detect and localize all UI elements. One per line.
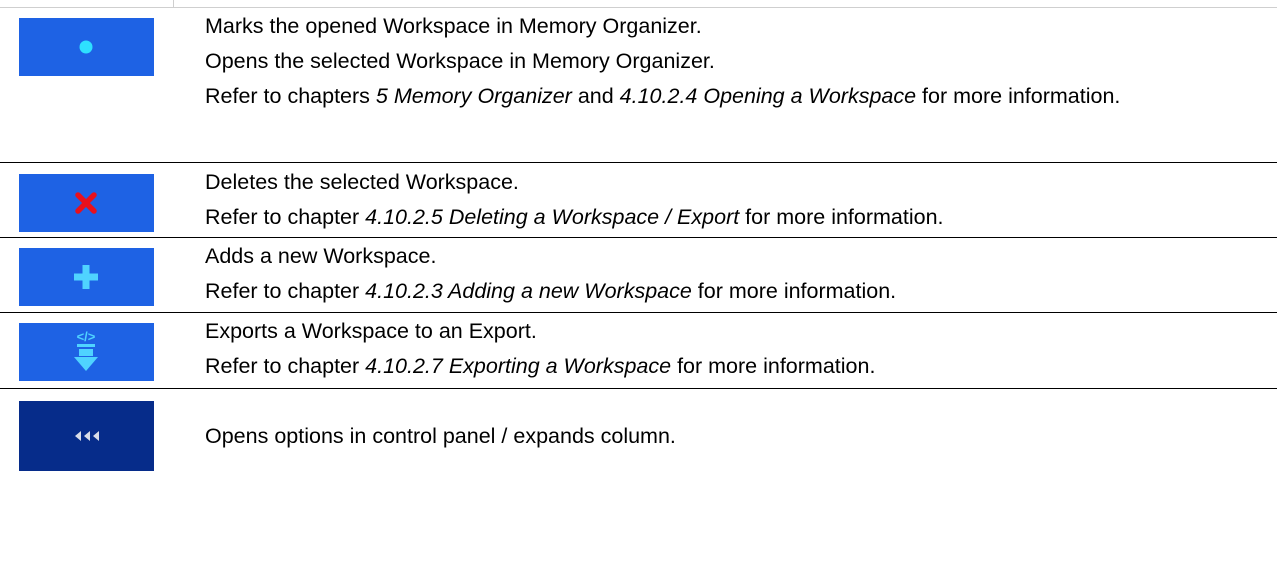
table-row-export-workspace: </> Exports a Workspace to an Export. Re…	[0, 313, 1277, 388]
description-line: Marks the opened Workspace in Memory Org…	[205, 14, 702, 38]
table-row-open-workspace: Marks the opened Workspace in Memory Org…	[0, 8, 1277, 162]
add-plus-icon	[74, 265, 98, 289]
table-row-expand-options: Opens options in control panel / expands…	[0, 389, 1277, 578]
description-line: Adds a new Workspace.	[205, 244, 437, 268]
open-workspace-button[interactable]	[19, 18, 154, 76]
chapter-reference: 4.10.2.3 Adding a new Workspace	[365, 279, 692, 303]
chapter-reference: 4.10.2.5 Deleting a Workspace / Export	[365, 205, 740, 229]
export-workspace-button[interactable]: </>	[19, 323, 154, 381]
delete-cross-icon	[75, 192, 97, 214]
dot-icon	[79, 40, 93, 54]
reference-text: Refer to chapters 5 Memory Organizer and…	[205, 84, 1121, 108]
row-description: Opens options in control panel / expands…	[205, 421, 1265, 452]
row-description: Deletes the selected Workspace. Refer to…	[205, 167, 1265, 233]
table-row-delete-workspace: Deletes the selected Workspace. Refer to…	[0, 163, 1277, 236]
reference-text: Refer to chapter 4.10.2.7 Exporting a Wo…	[205, 354, 876, 378]
chapter-reference: 4.10.2.7 Exporting a Workspace	[365, 354, 672, 378]
description-line: Exports a Workspace to an Export.	[205, 319, 537, 343]
description-line: Deletes the selected Workspace.	[205, 170, 519, 194]
reference-text: Refer to chapter 4.10.2.5 Deleting a Wor…	[205, 205, 944, 229]
chapter-reference: 4.10.2.4 Opening a Workspace	[619, 84, 917, 108]
add-workspace-button[interactable]	[19, 248, 154, 306]
row-description: Exports a Workspace to an Export. Refer …	[205, 316, 1265, 382]
export-arrow-icon: </>	[74, 329, 98, 371]
delete-workspace-button[interactable]	[19, 174, 154, 232]
row-description: Adds a new Workspace. Refer to chapter 4…	[205, 241, 1265, 307]
description-line: Opens the selected Workspace in Memory O…	[205, 49, 715, 73]
column-divider-tick	[173, 0, 174, 8]
expand-options-icon	[75, 431, 99, 441]
svg-text:</>: </>	[77, 329, 96, 344]
table-row-add-workspace: Adds a new Workspace. Refer to chapter 4…	[0, 238, 1277, 312]
description-line: Opens options in control panel / expands…	[205, 424, 676, 448]
expand-options-button[interactable]	[19, 401, 154, 471]
reference-text: Refer to chapter 4.10.2.3 Adding a new W…	[205, 279, 897, 303]
row-description: Marks the opened Workspace in Memory Org…	[205, 11, 1265, 112]
chapter-reference: 5 Memory Organizer	[375, 84, 572, 108]
